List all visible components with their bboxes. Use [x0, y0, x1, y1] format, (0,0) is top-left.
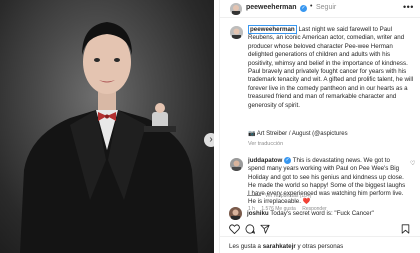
panel-lower: Ver respuestas (184) joshiku Today's sec… — [219, 0, 420, 253]
comment-username[interactable]: joshiku — [247, 210, 269, 217]
divider — [219, 236, 420, 237]
bookmark-icon[interactable] — [401, 224, 410, 234]
share-icon[interactable] — [260, 224, 270, 234]
post-actions — [219, 222, 420, 240]
next-photo-button[interactable]: › — [204, 133, 218, 147]
pee-wee-portrait-image — [20, 22, 198, 253]
comment-icon[interactable] — [245, 224, 255, 234]
heart-icon[interactable] — [229, 224, 240, 234]
comment-avatar[interactable] — [229, 207, 242, 220]
see-replies-link[interactable]: Ver respuestas (184) — [247, 193, 311, 199]
post-photo[interactable] — [0, 0, 214, 253]
likes-summary[interactable]: Les gusta a sarahkatejr y otras personas — [229, 243, 343, 250]
comment-item: joshiku Today's secret word is: "Fuck Ca… — [247, 210, 374, 217]
comment-text: Today's secret word is: "Fuck Cancer" — [268, 210, 374, 217]
